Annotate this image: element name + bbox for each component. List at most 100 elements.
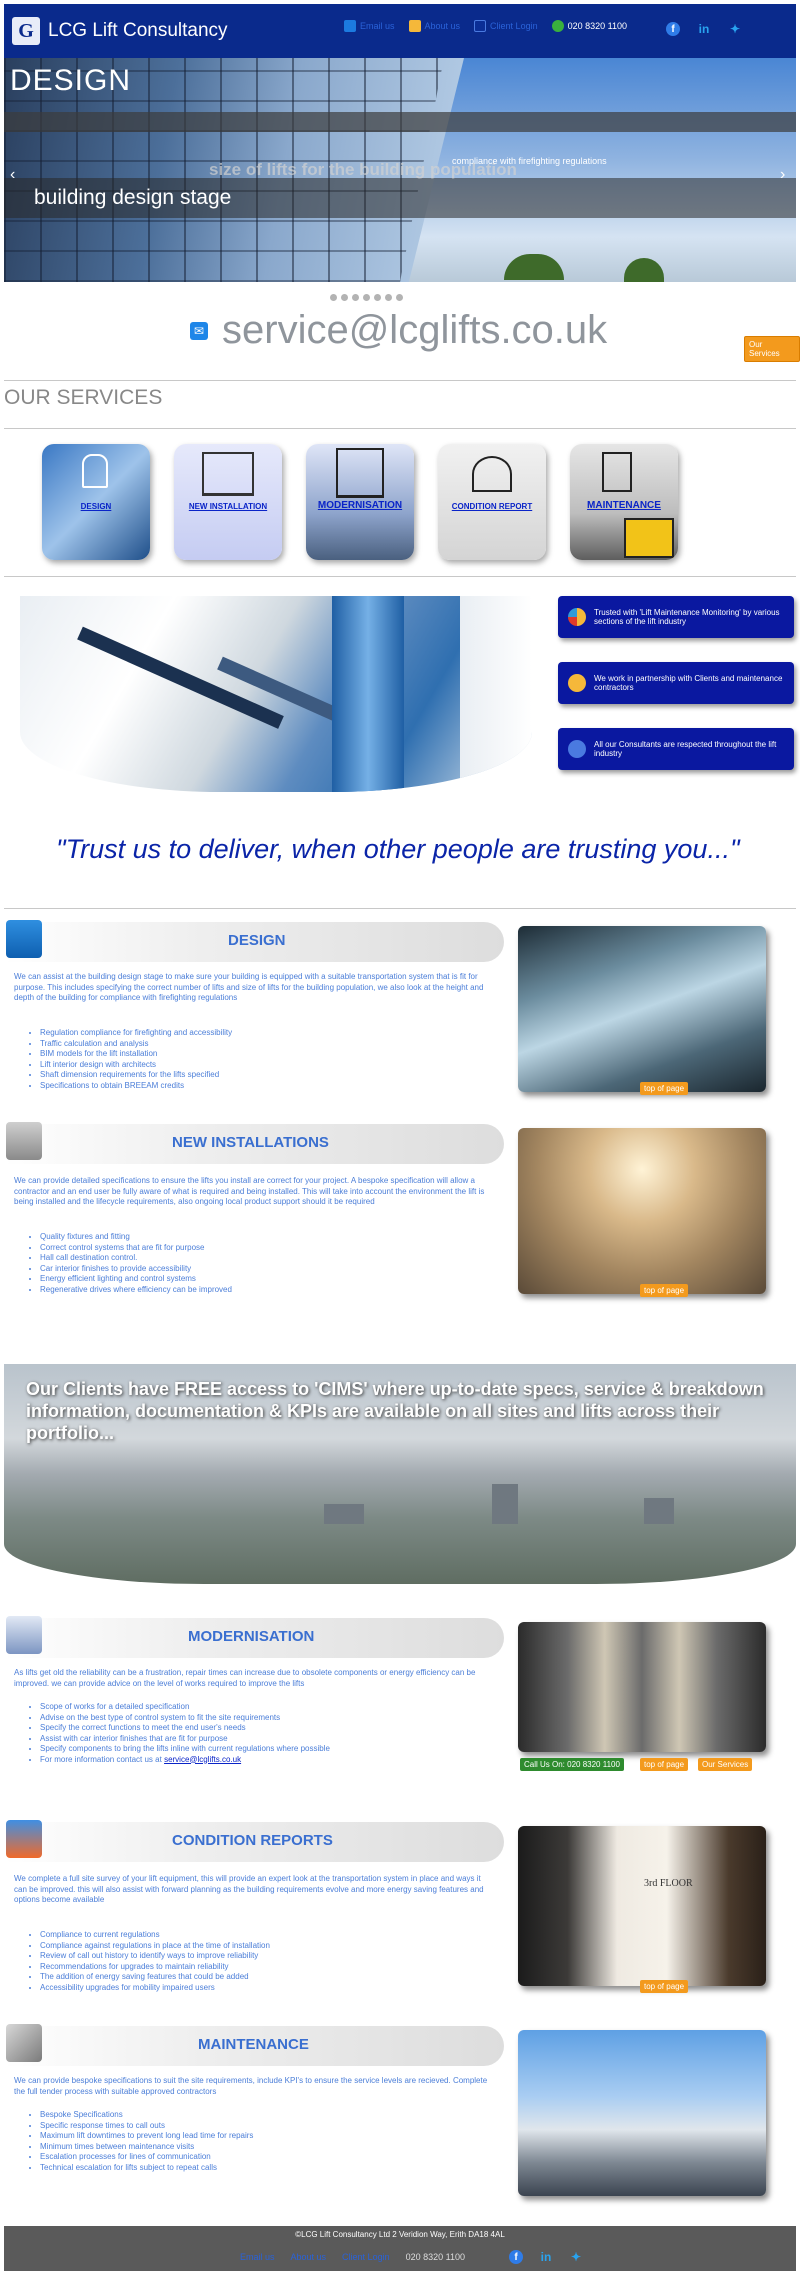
about-us-link[interactable]: About us xyxy=(408,20,460,32)
slider-dots xyxy=(330,294,403,301)
section-paragraph: As lifts get old the reliability can be … xyxy=(14,1668,476,1688)
footer-email-link[interactable]: Email us xyxy=(240,2252,275,2262)
footer-address: ©LCG Lift Consultancy Ltd 2 Veridion Way… xyxy=(295,2230,505,2239)
skyscraper-icon xyxy=(336,448,384,498)
list-item: Specify the correct functions to meet th… xyxy=(40,1723,330,1734)
team-icon xyxy=(568,740,586,758)
building-icon xyxy=(6,1616,42,1654)
footer-about-link[interactable]: About us xyxy=(291,2252,327,2262)
design-photo xyxy=(518,926,766,1092)
slider-dot[interactable] xyxy=(363,294,370,301)
list-item: Quality fixtures and fitting xyxy=(40,1232,232,1243)
service-card-modernisation[interactable]: MODERNISATION xyxy=(306,444,414,560)
twitter-icon[interactable]: ✦ xyxy=(569,2250,583,2264)
linkedin-icon[interactable]: in xyxy=(539,2250,553,2264)
escalator-rail xyxy=(217,656,351,727)
client-login-link[interactable]: Client Login xyxy=(474,20,538,32)
login-icon xyxy=(474,20,487,32)
envelope-icon xyxy=(344,20,356,32)
prev-arrow-icon[interactable]: ‹ xyxy=(10,166,15,184)
divider xyxy=(4,380,796,381)
divider xyxy=(4,908,796,909)
list-item: Maximum lift downtimes to prevent long l… xyxy=(40,2131,253,2142)
maintenance-list: Bespoke Specifications Specific response… xyxy=(30,2110,253,2173)
contact-email-link[interactable]: service@lcglifts.co.uk xyxy=(164,1755,241,1764)
slider-dot[interactable] xyxy=(374,294,381,301)
our-services-button[interactable]: Our Services xyxy=(698,1758,753,1771)
facebook-icon[interactable]: f xyxy=(508,2250,523,2264)
phone-link[interactable]: 020 8320 1100 xyxy=(551,20,627,32)
trust-card-monitoring: Trusted with 'Lift Maintenance Monitorin… xyxy=(558,596,794,638)
contact-email[interactable]: service@lcglifts.co.uk xyxy=(222,308,607,353)
list-item: Lift interior design with architects xyxy=(40,1060,232,1071)
footer-nav: Email us About us Client Login 020 8320 … xyxy=(240,2250,583,2264)
twitter-icon[interactable]: ✦ xyxy=(728,22,742,36)
new-install-list: Quality fixtures and fitting Correct con… xyxy=(30,1232,232,1295)
slider-dot[interactable] xyxy=(341,294,348,301)
people-icon xyxy=(408,20,421,32)
slider-dot[interactable] xyxy=(396,294,403,301)
tools-icon xyxy=(6,1122,42,1160)
call-us-button[interactable]: Call Us On: 020 8320 1100 xyxy=(520,1758,624,1771)
site-header: G LCG Lift Consultancy Email us About us… xyxy=(4,4,796,58)
next-arrow-icon[interactable]: › xyxy=(780,166,785,184)
list-item: Specify components to bring the lifts in… xyxy=(40,1744,330,1755)
top-of-page-button[interactable]: top of page xyxy=(640,1980,689,1993)
hero-slider[interactable]: DESIGN size of lifts for the building po… xyxy=(4,58,796,282)
email-us-label: Email us xyxy=(360,21,395,31)
slider-dot[interactable] xyxy=(352,294,359,301)
facebook-icon[interactable]: f xyxy=(666,22,680,36)
cims-banner: Our Clients have FREE access to 'CIMS' w… xyxy=(4,1364,796,1584)
brand-name[interactable]: LCG Lift Consultancy xyxy=(48,20,228,42)
top-of-page-button[interactable]: top of page xyxy=(640,1082,689,1095)
section-paragraph: We can assist at the building design sta… xyxy=(14,972,484,1002)
service-card-design[interactable]: DESIGN xyxy=(42,444,150,560)
trust-card-consultants: All our Consultants are respected throug… xyxy=(558,728,794,770)
list-item: Advise on the best type of control syste… xyxy=(40,1713,330,1724)
phone-number: 020 8320 1100 xyxy=(567,21,627,31)
section-title: CONDITION REPORTS xyxy=(172,1832,333,1849)
slider-dot[interactable] xyxy=(330,294,337,301)
list-item: Technical escalation for lifts subject t… xyxy=(40,2163,253,2174)
bridge-photo xyxy=(518,2030,766,2196)
warning-sign-icon xyxy=(624,518,674,558)
list-item: Regulation compliance for firefighting a… xyxy=(40,1028,232,1039)
floor-sign: 3rd FLOOR xyxy=(644,1878,693,1889)
service-card-new-installation[interactable]: NEW INSTALLATION xyxy=(174,444,282,560)
our-services-button[interactable]: Our Services xyxy=(744,336,800,362)
top-of-page-button[interactable]: top of page xyxy=(640,1758,689,1771)
condition-list: Compliance to current regulations Compli… xyxy=(30,1930,270,1993)
footer-phone[interactable]: 020 8320 1100 xyxy=(406,2252,465,2262)
logo-icon[interactable]: G xyxy=(12,17,40,45)
service-card-label: MAINTENANCE xyxy=(587,500,661,511)
section-paragraph: We can provide detailed specifications t… xyxy=(14,1176,485,1206)
service-card-maintenance[interactable]: MAINTENANCE xyxy=(570,444,678,560)
services-heading: OUR SERVICES xyxy=(4,386,163,409)
section-title: MAINTENANCE xyxy=(198,2036,309,2053)
new-installation-photo xyxy=(518,1128,766,1294)
wrench-screwdriver-icon xyxy=(6,2024,42,2062)
service-card-condition-report[interactable]: CONDITION REPORT xyxy=(438,444,546,560)
top-of-page-button[interactable]: top of page xyxy=(640,1284,689,1297)
envelope-icon[interactable]: ✉ xyxy=(190,322,208,340)
hero-title-band xyxy=(4,112,796,132)
list-item: Minimum times between maintenance visits xyxy=(40,2142,253,2153)
email-us-link[interactable]: Email us xyxy=(344,20,395,32)
divider xyxy=(4,428,796,429)
linkedin-icon[interactable]: in xyxy=(697,22,711,36)
trust-card-text: We work in partnership with Clients and … xyxy=(594,674,783,692)
slider-dot[interactable] xyxy=(385,294,392,301)
monitoring-icon xyxy=(568,608,586,626)
modernisation-photo xyxy=(518,1622,766,1752)
laptop-report-icon xyxy=(6,1820,42,1858)
list-item: For more information contact us at servi… xyxy=(40,1755,330,1766)
footer-client-login-link[interactable]: Client Login xyxy=(342,2252,390,2262)
plant-icon xyxy=(82,454,108,488)
service-card-label: CONDITION REPORT xyxy=(451,502,533,511)
list-item: Car interior finishes to provide accessi… xyxy=(40,1264,232,1275)
list-item: Compliance against regulations in place … xyxy=(40,1941,270,1952)
list-item: Bespoke Specifications xyxy=(40,2110,253,2121)
list-item: The addition of energy saving features t… xyxy=(40,1972,270,1983)
list-item: Shaft dimension requirements for the lif… xyxy=(40,1070,232,1081)
service-card-label: DESIGN xyxy=(80,502,112,511)
